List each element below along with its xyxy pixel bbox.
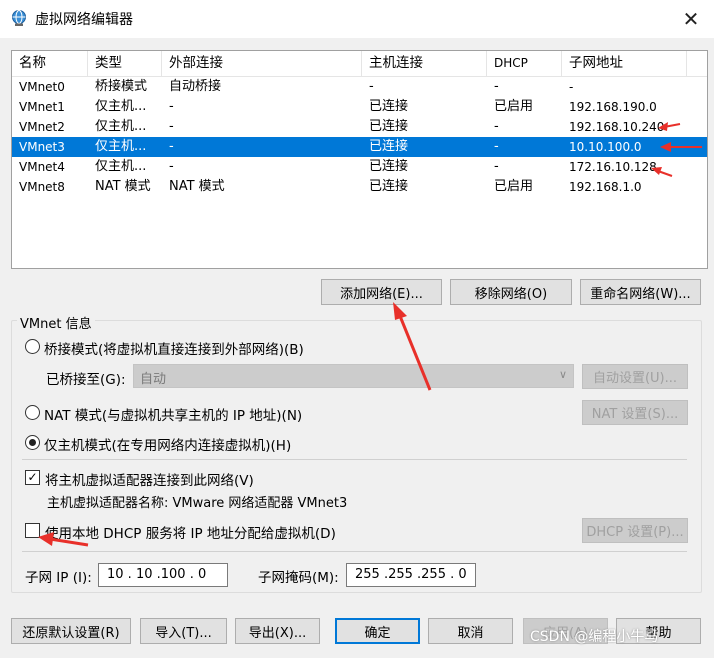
remove-network-button[interactable]: 移除网络(O) [450, 279, 572, 305]
chevron-down-icon: ∨ [558, 368, 567, 381]
column-header-subnet[interactable]: 子网地址 [562, 51, 687, 76]
cell-type: 桥接模式 [95, 79, 148, 94]
dhcp-settings-button[interactable]: DHCP 设置(P)... [582, 518, 688, 543]
add-network-button[interactable]: 添加网络(E)... [321, 279, 442, 305]
nat-radio[interactable] [25, 405, 40, 420]
connect-adapter-label: 将主机虚拟适配器连接到此网络(V) [45, 473, 254, 489]
column-header-name[interactable]: 名称 [12, 51, 88, 76]
cell-host: 已连接 [369, 139, 409, 154]
watermark: CSDN @编程小牛马 [530, 629, 659, 645]
vmnet-info-label: VMnet 信息 [17, 313, 95, 332]
network-globe-icon [12, 10, 26, 26]
rename-network-button[interactable]: 重命名网络(W)... [580, 279, 701, 305]
column-header-type[interactable]: 类型 [88, 51, 162, 76]
close-button[interactable]: ✕ [668, 0, 714, 38]
cell-external: 自动桥接 [169, 79, 222, 94]
cell-subnet: 172.16.10.128 [569, 160, 657, 174]
adapter-name-text: 主机虚拟适配器名称: VMware 网络适配器 VMnet3 [47, 496, 348, 511]
nat-settings-button[interactable]: NAT 设置(S)... [582, 400, 688, 425]
table-row[interactable]: VMnet1 仅主机... - 已连接 已启用 192.168.190.0 [12, 97, 707, 117]
subnet-mask-label: 子网掩码(M): [258, 570, 339, 586]
cell-type: 仅主机... [95, 139, 147, 154]
table-row[interactable]: VMnet2 仅主机... - 已连接 - 192.168.10.240 [12, 117, 707, 137]
table-row[interactable]: VMnet4 仅主机... - 已连接 - 172.16.10.128 [12, 157, 707, 177]
bridged-to-value: 自动 [140, 372, 167, 387]
auto-settings-button[interactable]: 自动设置(U)... [582, 364, 688, 389]
cell-dhcp: 已启用 [494, 99, 534, 114]
cell-type: 仅主机... [95, 159, 147, 174]
host-only-radio[interactable] [25, 435, 40, 450]
cell-host: - [369, 79, 374, 94]
cell-host: 已连接 [369, 159, 409, 174]
bridged-radio[interactable] [25, 339, 40, 354]
bridged-radio-label: 桥接模式(将虚拟机直接连接到外部网络)(B) [44, 342, 304, 358]
column-header-dhcp[interactable]: DHCP [487, 51, 562, 76]
dhcp-checkbox[interactable] [25, 523, 40, 538]
cell-external: - [169, 99, 174, 114]
divider [22, 459, 687, 460]
cell-subnet: 10.10.100.0 [569, 140, 642, 154]
table-row[interactable]: VMnet0 桥接模式 自动桥接 - - - [12, 77, 707, 97]
table-row[interactable]: VMnet8 NAT 模式 NAT 模式 已连接 已启用 192.168.1.0 [12, 177, 707, 197]
cell-subnet: 192.168.1.0 [569, 180, 642, 194]
cell-type: 仅主机... [95, 119, 147, 134]
cell-name: VMnet3 [19, 140, 65, 154]
export-button[interactable]: 导出(X)... [235, 618, 320, 644]
cell-host: 已连接 [369, 179, 409, 194]
network-list[interactable]: 名称 类型 外部连接 主机连接 DHCP 子网地址 VMnet0 桥接模式 自动… [11, 50, 708, 269]
cell-dhcp: - [494, 119, 499, 134]
cancel-button[interactable]: 取消 [428, 618, 513, 644]
list-header: 名称 类型 外部连接 主机连接 DHCP 子网地址 [12, 51, 707, 77]
cell-external: - [169, 119, 174, 134]
column-header-host[interactable]: 主机连接 [362, 51, 487, 76]
ok-button[interactable]: 确定 [335, 618, 420, 644]
vmnet-info-group [11, 320, 702, 593]
cell-name: VMnet2 [19, 120, 65, 134]
dhcp-checkbox-label: 使用本地 DHCP 服务将 IP 地址分配给虚拟机(D) [45, 526, 336, 542]
nat-radio-label: NAT 模式(与虚拟机共享主机的 IP 地址)(N) [44, 408, 303, 424]
cell-external: NAT 模式 [169, 179, 225, 194]
cell-dhcp: - [494, 159, 499, 174]
cell-subnet: - [569, 80, 574, 94]
subnet-ip-input[interactable]: 10 . 10 .100 . 0 [98, 563, 228, 587]
cell-subnet: 192.168.190.0 [569, 100, 657, 114]
divider [22, 551, 687, 552]
table-row-selected[interactable]: VMnet3 仅主机... - 已连接 - 10.10.100.0 [12, 137, 707, 157]
cell-dhcp: 已启用 [494, 179, 534, 194]
cell-dhcp: - [494, 79, 499, 94]
cell-type: 仅主机... [95, 99, 147, 114]
cell-host: 已连接 [369, 99, 409, 114]
cell-name: VMnet1 [19, 100, 65, 114]
cell-type: NAT 模式 [95, 179, 151, 194]
connect-adapter-checkbox[interactable]: ✓ [25, 470, 40, 485]
bridged-to-select[interactable]: 自动 ∨ [133, 364, 574, 388]
cell-subnet: 192.168.10.240 [569, 120, 665, 134]
restore-defaults-button[interactable]: 还原默认设置(R) [11, 618, 131, 644]
subnet-ip-label: 子网 IP (I): [25, 570, 92, 586]
window-title: 虚拟网络编辑器 [35, 12, 133, 28]
host-only-radio-label: 仅主机模式(在专用网络内连接虚拟机)(H) [44, 438, 292, 454]
column-header-external[interactable]: 外部连接 [162, 51, 362, 76]
cell-name: VMnet4 [19, 160, 65, 174]
import-button[interactable]: 导入(T)... [140, 618, 227, 644]
cell-name: VMnet8 [19, 180, 65, 194]
bridged-to-label: 已桥接至(G): [46, 372, 126, 388]
cell-dhcp: - [494, 139, 499, 154]
title-bar: 虚拟网络编辑器 ✕ [0, 0, 714, 38]
cell-external: - [169, 159, 174, 174]
subnet-mask-input[interactable]: 255 .255 .255 . 0 [346, 563, 476, 587]
cell-external: - [169, 139, 174, 154]
cell-name: VMnet0 [19, 80, 65, 94]
cell-host: 已连接 [369, 119, 409, 134]
